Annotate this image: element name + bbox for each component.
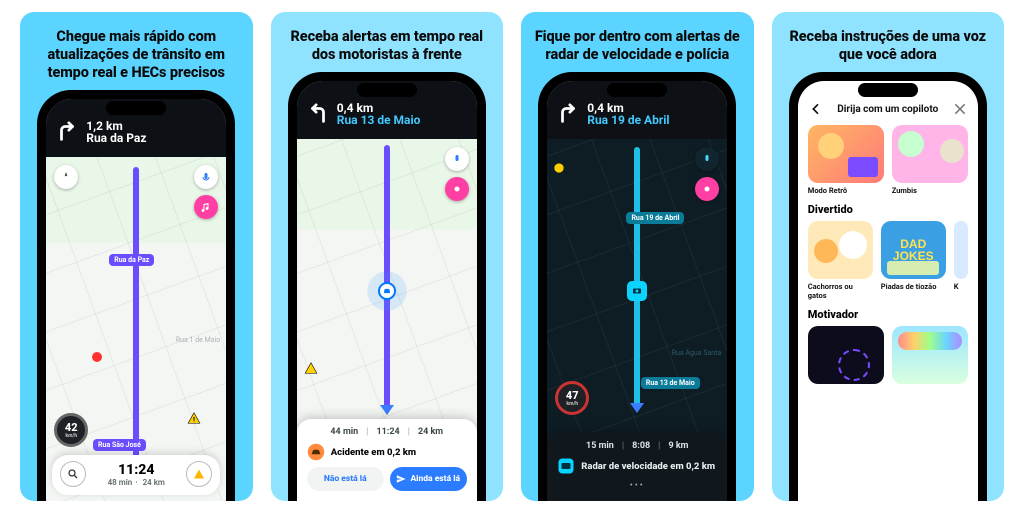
- back-icon[interactable]: [808, 101, 824, 117]
- section-label: Divertido: [808, 203, 968, 216]
- still-there-button[interactable]: Ainda está lá: [390, 467, 467, 491]
- alert-text: Acidente em 0,2 km: [331, 447, 416, 458]
- speed-indicator: 47 km/h: [555, 381, 589, 415]
- voice-tile-pets[interactable]: Cachorros ou gatos: [808, 221, 873, 300]
- eta-time: 8:08: [632, 441, 650, 451]
- voice-tile-peek[interactable]: K: [954, 221, 968, 300]
- panel-headline: Fique por dentro com alertas de radar de…: [521, 12, 754, 72]
- panel-headline: Receba alertas em tempo real dos motoris…: [271, 12, 504, 72]
- report-button[interactable]: [186, 461, 212, 487]
- phone-frame: 0,4 km Rua 13 de Maio: [288, 72, 486, 501]
- hazard-triangle-icon[interactable]: !: [187, 410, 201, 424]
- alert-card[interactable]: 15 min| 8:08| 9 km Radar de velocidade e…: [547, 433, 727, 501]
- search-button[interactable]: [60, 461, 86, 487]
- panel-headline: Chegue mais rápido com atualizações de t…: [20, 12, 253, 90]
- hazard-marker[interactable]: [92, 352, 102, 362]
- music-button[interactable]: [445, 177, 469, 201]
- section-label: Motivador: [808, 308, 968, 321]
- eta-duration: 48 min: [108, 478, 133, 487]
- eta-time: 11:24: [92, 462, 180, 478]
- voice-tile-retro[interactable]: Modo Retrô: [808, 125, 884, 195]
- close-icon[interactable]: [952, 101, 968, 117]
- panel-headline: Receba instruções de uma voz que você ad…: [772, 12, 1005, 72]
- svg-text:!: !: [193, 416, 195, 424]
- not-there-button[interactable]: Não está lá: [307, 467, 384, 491]
- turn-street: Rua 13 de Maio: [337, 114, 421, 127]
- turn-street: Rua 19 de Abril: [587, 114, 669, 127]
- voice-button[interactable]: [445, 147, 469, 171]
- street-chip: Rua 13 de Maio: [641, 377, 700, 389]
- promo-panel-3: Fique por dentro com alertas de radar de…: [521, 12, 754, 501]
- turn-right-icon: [56, 121, 78, 143]
- voice-tile-space[interactable]: [808, 326, 884, 384]
- eta-distance: 24 km: [143, 478, 165, 487]
- phone-frame: Dirija com um copiloto Modo Retrô: [789, 72, 987, 501]
- phone-frame: 1,2 km Rua da Paz Rua da Paz Rua 1 de Ma…: [37, 90, 235, 501]
- speed-indicator: 42 km/h: [54, 413, 88, 447]
- eta-duration: 44 min: [330, 427, 358, 437]
- eta-distance: 9 km: [668, 441, 688, 451]
- voice-tile-dad-jokes[interactable]: DAD JOKES Piadas de tiozão: [881, 221, 946, 300]
- promo-panel-4: Receba instruções de uma voz que você ad…: [772, 12, 1005, 501]
- turn-right-icon: [557, 103, 579, 125]
- turn-street: Rua da Paz: [86, 132, 146, 145]
- hazard-triangle-icon[interactable]: [304, 360, 318, 374]
- street-chip: Rua São José: [93, 439, 146, 451]
- sheet-title: Dirija com um copiloto: [837, 104, 938, 115]
- map-canvas[interactable]: 44 min| 11:24| 24 km Acidente em 0,2 km …: [297, 139, 477, 501]
- drag-handle-icon[interactable]: •••: [630, 481, 645, 491]
- map-canvas[interactable]: Rua da Paz Rua 1 de Maio !: [46, 157, 226, 501]
- accident-icon: [307, 443, 325, 461]
- hazard-marker[interactable]: [552, 160, 566, 174]
- promo-panel-2: Receba alertas em tempo real dos motoris…: [271, 12, 504, 501]
- eta-bar[interactable]: 11:24 48 min· 24 km: [52, 455, 220, 495]
- voice-tile-zumbis[interactable]: Zumbis: [892, 125, 968, 195]
- turn-left-icon: [307, 103, 329, 125]
- eta-duration: 15 min: [586, 441, 614, 451]
- street-label: Rua 1 de Maio: [176, 336, 220, 344]
- street-label: Rua Água Santa: [672, 349, 722, 357]
- alert-card[interactable]: 44 min| 11:24| 24 km Acidente em 0,2 km …: [297, 419, 477, 501]
- alert-text: Radar de velocidade em 0,2 km: [581, 461, 715, 472]
- voice-tile-rainbow[interactable]: [892, 326, 968, 384]
- street-chip: Rua 19 de Abril: [626, 212, 684, 224]
- speed-camera-icon: [557, 457, 575, 475]
- map-canvas[interactable]: Rua 19 de Abril Rua 13 de Maio Rua Água …: [547, 139, 727, 501]
- eta-distance: 24 km: [418, 427, 443, 437]
- speed-camera-marker[interactable]: [627, 281, 647, 301]
- eta-time: 11:24: [376, 427, 399, 437]
- phone-frame: 0,4 km Rua 19 de Abril Rua 19 de Abril R…: [538, 72, 736, 501]
- driver-marker: [378, 282, 396, 300]
- street-chip: Rua da Paz: [109, 254, 154, 266]
- promo-panel-1: Chegue mais rápido com atualizações de t…: [20, 12, 253, 501]
